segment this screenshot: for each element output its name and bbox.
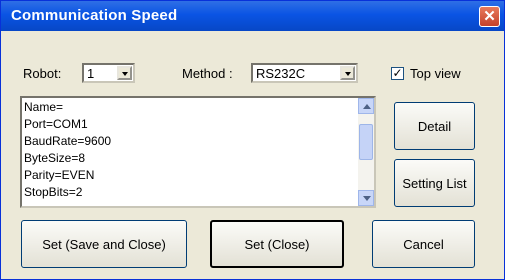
- set-save-close-button[interactable]: Set (Save and Close): [21, 220, 187, 268]
- method-label: Method :: [182, 66, 233, 81]
- setting-list-button[interactable]: Setting List: [394, 159, 475, 207]
- list-item: Port=COM1: [24, 117, 88, 131]
- robot-select-value: 1: [87, 66, 95, 81]
- scroll-thumb[interactable]: [359, 124, 373, 160]
- list-item: BaudRate=9600: [24, 134, 112, 148]
- set-close-button[interactable]: Set (Close): [210, 220, 344, 268]
- robot-select[interactable]: 1: [82, 63, 135, 83]
- vertical-scrollbar[interactable]: [358, 98, 374, 206]
- list-item: Parity=EVEN: [24, 168, 95, 182]
- method-select[interactable]: RS232C: [251, 63, 358, 83]
- list-item: Name=: [24, 100, 64, 114]
- chevron-down-icon[interactable]: [117, 66, 132, 80]
- communication-speed-dialog: Communication Speed ✕ Robot: 1 Method : …: [0, 0, 505, 280]
- robot-label: Robot:: [23, 66, 62, 81]
- cancel-button[interactable]: Cancel: [372, 220, 475, 268]
- top-view-checkbox[interactable]: ✓: [391, 67, 404, 80]
- method-select-value: RS232C: [256, 66, 306, 81]
- checkmark-icon: ✓: [392, 66, 403, 80]
- detail-button[interactable]: Detail: [394, 102, 475, 150]
- list-item: StopBits=2: [24, 185, 83, 199]
- close-icon: ✕: [483, 8, 496, 25]
- list-item: ByteSize=8: [24, 151, 86, 165]
- scroll-down-icon[interactable]: [358, 190, 374, 206]
- title-bar[interactable]: Communication Speed ✕: [1, 1, 504, 31]
- close-button[interactable]: ✕: [479, 6, 500, 27]
- window-title: Communication Speed: [11, 7, 178, 24]
- scroll-up-icon[interactable]: [358, 98, 374, 114]
- settings-listbox[interactable]: Name= Port=COM1 BaudRate=9600 ByteSize=8…: [20, 96, 376, 208]
- top-view-label: Top view: [410, 66, 461, 81]
- chevron-down-icon[interactable]: [340, 66, 355, 80]
